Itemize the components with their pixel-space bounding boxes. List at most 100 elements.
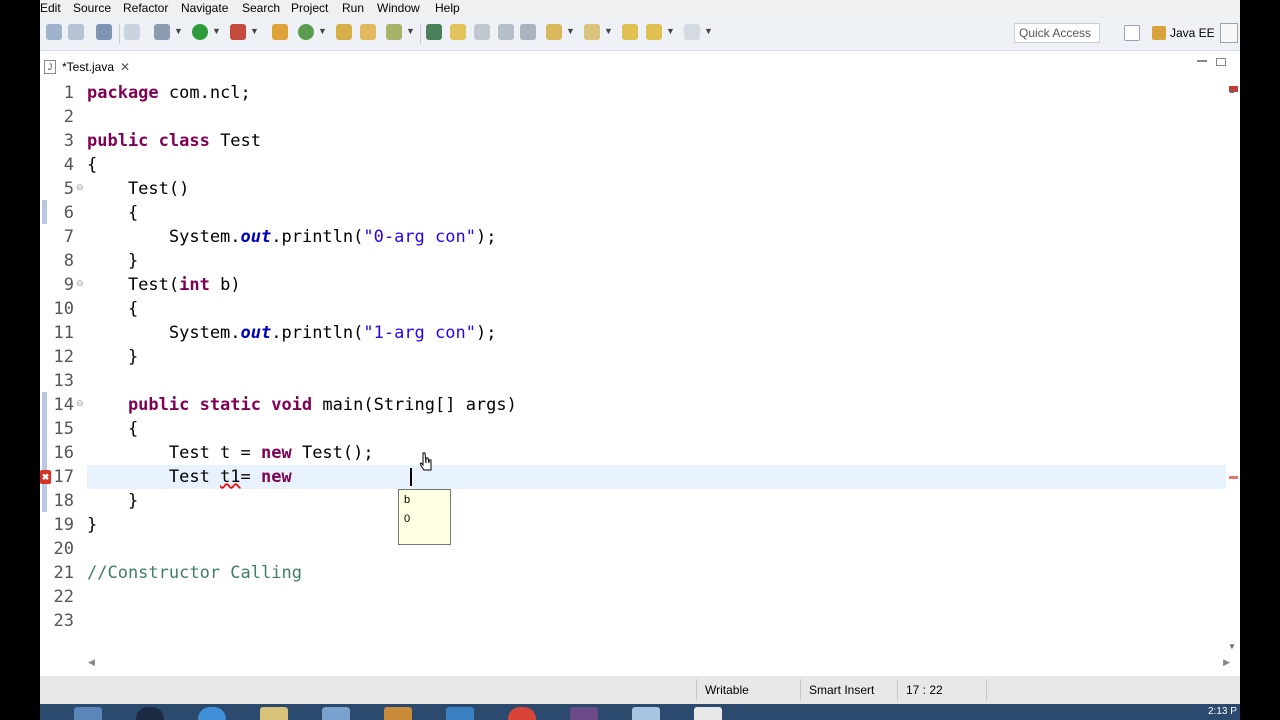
overview-ruler[interactable]: ▲ ▼ bbox=[1226, 80, 1240, 655]
taskbar-app-icon[interactable] bbox=[198, 707, 226, 720]
menu-help[interactable]: Help bbox=[435, 1, 460, 15]
code-line: 11 System.out.println("1-arg con"); bbox=[40, 321, 1228, 345]
menu-project[interactable]: Project bbox=[291, 1, 328, 15]
code-text[interactable]: } bbox=[87, 489, 138, 513]
taskbar-app-icon[interactable] bbox=[446, 707, 474, 720]
print-icon[interactable] bbox=[96, 24, 112, 40]
code-token: System. bbox=[87, 227, 241, 247]
close-tab-icon[interactable]: ✕ bbox=[120, 60, 130, 74]
fold-toggle-icon[interactable]: ⊖ bbox=[76, 177, 84, 197]
previous-annotation-dropdown-icon[interactable]: ▼ bbox=[604, 26, 613, 36]
menu-run[interactable]: Run bbox=[342, 1, 364, 15]
open-type-icon[interactable] bbox=[336, 24, 352, 40]
code-text[interactable]: { bbox=[87, 153, 97, 177]
fold-toggle-icon[interactable]: ⊖ bbox=[76, 273, 84, 293]
code-text[interactable]: { bbox=[87, 417, 138, 441]
back-icon[interactable] bbox=[646, 24, 662, 40]
taskbar-app-icon[interactable] bbox=[136, 707, 164, 720]
new-java-project-icon[interactable] bbox=[272, 24, 288, 40]
maximize-editor-icon[interactable] bbox=[1216, 58, 1226, 66]
last-edit-icon[interactable] bbox=[622, 24, 638, 40]
save-icon[interactable] bbox=[68, 24, 84, 40]
fold-toggle-icon[interactable]: ⊖ bbox=[76, 393, 84, 413]
scroll-left-icon[interactable]: ◀ bbox=[88, 657, 95, 668]
code-text[interactable]: public class Test bbox=[87, 129, 261, 153]
code-text[interactable]: { bbox=[87, 297, 138, 321]
debug-icon[interactable] bbox=[154, 24, 170, 40]
next-annotation-icon[interactable] bbox=[546, 24, 562, 40]
highlight-icon[interactable] bbox=[450, 24, 466, 40]
code-text[interactable]: } bbox=[87, 513, 97, 537]
code-text[interactable]: public static void main(String[] args) bbox=[87, 393, 517, 417]
horizontal-scrollbar[interactable]: ◀ ▶ bbox=[84, 655, 1234, 671]
code-text[interactable]: { bbox=[87, 201, 138, 225]
scroll-up-icon[interactable]: ▲ bbox=[1228, 86, 1236, 95]
scroll-right-icon[interactable]: ▶ bbox=[1223, 657, 1230, 668]
parameter-hint-popup: b 0 bbox=[398, 489, 451, 545]
back-dropdown-icon[interactable]: ▼ bbox=[666, 26, 675, 36]
code-text[interactable]: System.out.println("0-arg con"); bbox=[87, 225, 497, 249]
menu-source[interactable]: Source bbox=[73, 1, 111, 15]
line-number: 2 bbox=[63, 107, 74, 127]
line-number: 16 bbox=[53, 443, 74, 463]
toolbar-separator bbox=[119, 24, 120, 44]
editor-tab-test-java[interactable]: J *Test.java ✕ bbox=[40, 56, 134, 78]
run-icon[interactable] bbox=[192, 24, 208, 40]
menu-navigate[interactable]: Navigate bbox=[181, 1, 228, 15]
toolbar-separator bbox=[420, 24, 421, 44]
skip-breakpoints-icon[interactable] bbox=[124, 24, 140, 40]
taskbar-app-icon[interactable] bbox=[74, 707, 102, 720]
code-token: b) bbox=[209, 275, 241, 295]
code-text[interactable]: System.out.println("1-arg con"); bbox=[87, 321, 497, 345]
new-class-icon[interactable] bbox=[298, 24, 314, 40]
external-tools-dropdown-icon[interactable]: ▼ bbox=[250, 26, 259, 36]
open-task-icon[interactable] bbox=[360, 24, 376, 40]
error-icon[interactable]: ✖ bbox=[40, 470, 51, 484]
menu-window[interactable]: Window bbox=[377, 1, 420, 15]
quick-access-input[interactable]: Quick Access bbox=[1014, 23, 1100, 43]
code-text[interactable]: package com.ncl; bbox=[87, 81, 251, 105]
forward-dropdown-icon[interactable]: ▼ bbox=[704, 26, 713, 36]
code-line: 9 ⊖ Test(int b) bbox=[40, 273, 1228, 297]
external-tools-icon[interactable] bbox=[230, 24, 246, 40]
perspective-java-ee[interactable]: Java EE bbox=[1152, 23, 1215, 43]
previous-annotation-icon[interactable] bbox=[584, 24, 600, 40]
taskbar-app-icon[interactable] bbox=[632, 707, 660, 720]
taskbar-app-icon[interactable] bbox=[260, 707, 288, 720]
next-annotation-dropdown-icon[interactable]: ▼ bbox=[566, 26, 575, 36]
new-icon[interactable] bbox=[46, 24, 62, 40]
code-line: 7 System.out.println("0-arg con"); bbox=[40, 225, 1228, 249]
code-text[interactable]: } bbox=[87, 249, 138, 273]
search-tool-icon[interactable] bbox=[386, 24, 402, 40]
taskbar-app-icon[interactable] bbox=[570, 707, 598, 720]
show-whitespace-icon[interactable] bbox=[520, 24, 536, 40]
code-text[interactable]: Test(int b) bbox=[87, 273, 241, 297]
taskbar-app-icon[interactable] bbox=[694, 707, 722, 720]
menu-search[interactable]: Search bbox=[242, 1, 280, 15]
code-line: 18 } bbox=[40, 489, 1228, 513]
run-dropdown-icon[interactable]: ▼ bbox=[212, 26, 221, 36]
scroll-down-icon[interactable]: ▼ bbox=[1228, 642, 1236, 651]
code-text[interactable]: Test t = new Test(); bbox=[87, 441, 374, 465]
open-perspective-icon[interactable] bbox=[1124, 25, 1140, 41]
debug-dropdown-icon[interactable]: ▼ bbox=[174, 26, 183, 36]
taskbar-app-icon[interactable] bbox=[508, 707, 536, 720]
taskbar-app-icon[interactable] bbox=[322, 707, 350, 720]
menu-refactor[interactable]: Refactor bbox=[123, 1, 168, 15]
block-selection-icon[interactable] bbox=[498, 24, 514, 40]
code-text[interactable]: Test() bbox=[87, 177, 189, 201]
search-dropdown-icon[interactable]: ▼ bbox=[406, 26, 415, 36]
code-text[interactable]: } bbox=[87, 345, 138, 369]
perspective-switcher-icon[interactable] bbox=[1220, 23, 1238, 43]
taskbar-app-icon[interactable] bbox=[384, 707, 412, 720]
forward-icon[interactable] bbox=[684, 24, 700, 40]
toggle-mark-icon[interactable] bbox=[474, 24, 490, 40]
minimize-editor-icon[interactable] bbox=[1196, 56, 1208, 66]
menu-edit[interactable]: Edit bbox=[40, 1, 61, 15]
code-comment[interactable]: //Constructor Calling bbox=[87, 561, 302, 585]
code-text[interactable]: Test t1= new bbox=[87, 465, 292, 489]
pin-icon[interactable] bbox=[426, 24, 442, 40]
code-editor[interactable]: 1 package com.ncl; 2 3 public class Test… bbox=[40, 80, 1240, 671]
error-overview-marker[interactable] bbox=[1229, 476, 1238, 479]
new-dropdown-icon[interactable]: ▼ bbox=[318, 26, 327, 36]
